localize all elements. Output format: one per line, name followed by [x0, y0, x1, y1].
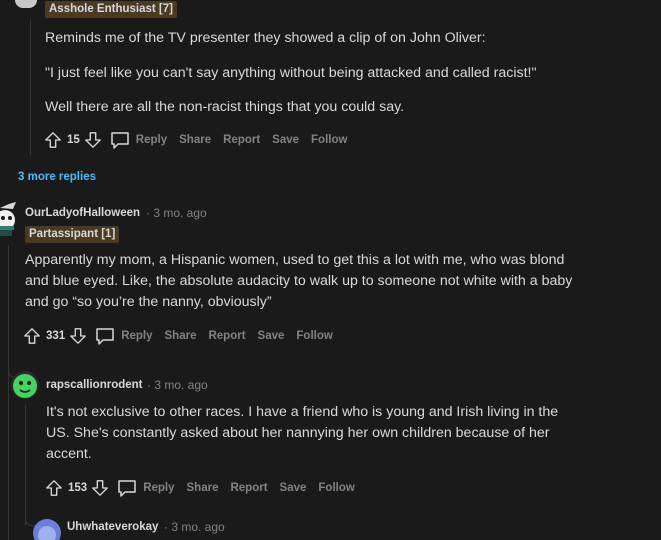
comment-actions: 15 Reply Share Report Save Follow — [44, 129, 359, 151]
downvote-icon[interactable] — [69, 326, 87, 346]
downvote-icon[interactable] — [91, 478, 109, 498]
user-flair: Asshole Enthusiast [7] — [45, 1, 177, 18]
share-button[interactable]: Share — [187, 482, 219, 494]
vote-count: 331 — [46, 330, 66, 342]
share-button[interactable]: Share — [165, 330, 197, 342]
save-button[interactable]: Save — [258, 330, 285, 342]
timestamp[interactable]: · 3 mo. ago — [146, 206, 207, 220]
reply-button[interactable]: Reply — [136, 134, 167, 146]
upvote-icon[interactable] — [23, 326, 41, 346]
thread-line[interactable] — [25, 405, 26, 525]
follow-button[interactable]: Follow — [318, 482, 354, 494]
follow-button[interactable]: Follow — [311, 134, 347, 146]
share-button[interactable]: Share — [179, 134, 211, 146]
reply-icon[interactable] — [110, 131, 130, 149]
reply-icon[interactable] — [95, 327, 115, 345]
comment-text: US. She's constantly asked about her nan… — [46, 425, 550, 441]
comment-text: and blue eyed. Like, the absolute audaci… — [25, 273, 573, 289]
upvote-icon[interactable] — [45, 478, 63, 498]
comment-actions: 331 Reply Share Report Save Follow — [23, 325, 345, 347]
user-flair: Partassipant [1] — [25, 226, 120, 243]
comment-text: accent. — [46, 446, 92, 462]
vote-count: 153 — [68, 482, 88, 494]
avatar[interactable] — [10, 370, 40, 400]
comment-text: and go “so you’re the nanny, obviously” — [25, 294, 272, 310]
comment-text: Reminds me of the TV presenter they show… — [45, 30, 486, 46]
timestamp[interactable]: · 3 mo. ago — [147, 378, 208, 392]
avatar[interactable] — [32, 518, 62, 540]
reply-button[interactable]: Reply — [143, 482, 174, 494]
timestamp[interactable]: · 3 mo. ago — [164, 520, 225, 534]
reply-button[interactable]: Reply — [121, 330, 152, 342]
comment-actions: 153 Reply Share Report Save Follow — [45, 477, 367, 499]
report-button[interactable]: Report — [223, 134, 260, 146]
follow-button[interactable]: Follow — [296, 330, 332, 342]
username[interactable]: OurLadyofHalloween — [25, 207, 140, 219]
comment-text: "I just feel like you can't say anything… — [45, 65, 537, 81]
report-button[interactable]: Report — [230, 482, 267, 494]
save-button[interactable]: Save — [272, 134, 299, 146]
upvote-icon[interactable] — [44, 130, 62, 150]
avatar[interactable] — [15, 0, 37, 8]
save-button[interactable]: Save — [280, 482, 307, 494]
comment-text: It's not exclusive to other races. I hav… — [46, 404, 559, 420]
report-button[interactable]: Report — [208, 330, 245, 342]
avatar[interactable] — [0, 200, 18, 238]
downvote-icon[interactable] — [84, 130, 102, 150]
vote-count: 15 — [67, 134, 80, 146]
username[interactable]: Uhwhateverokay — [67, 521, 158, 533]
username[interactable]: rapscallionrodent — [46, 379, 143, 391]
thread-line[interactable] — [30, 20, 31, 155]
comment-text: Well there are all the non-racist things… — [45, 99, 405, 115]
comment-text: Apparently my mom, a Hispanic women, use… — [25, 252, 565, 268]
reply-icon[interactable] — [117, 479, 137, 497]
thread-line[interactable] — [8, 245, 9, 540]
more-replies-link[interactable]: 3 more replies — [18, 171, 96, 183]
